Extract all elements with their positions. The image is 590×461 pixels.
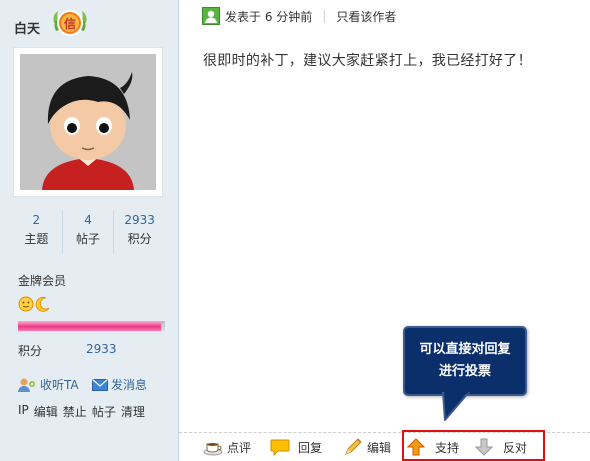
sun-icon xyxy=(18,296,34,312)
vote-highlight-box xyxy=(402,430,545,461)
stat-posts-label: 帖子 xyxy=(76,232,101,246)
envelope-icon xyxy=(92,378,108,391)
rate-button[interactable]: 点评 xyxy=(203,438,251,456)
moon-icon xyxy=(35,297,50,312)
honor-medal-icon[interactable]: 信 xyxy=(50,5,90,41)
tooltip-line-2: 进行投票 xyxy=(438,364,491,379)
mod-link-posts[interactable]: 帖子 xyxy=(92,403,116,420)
author-stats: 2 主题 4 帖子 2933 积分 xyxy=(11,211,165,253)
level-progress-bar xyxy=(18,321,165,331)
send-message-label: 发消息 xyxy=(111,378,148,392)
reply-button[interactable]: 回复 xyxy=(270,438,322,456)
mod-link-ip[interactable]: IP xyxy=(18,403,29,420)
points-value: 2933 xyxy=(86,342,117,356)
post-time: 发表于 6 分钟前 xyxy=(225,9,313,24)
edit-button[interactable]: 编辑 xyxy=(343,438,391,456)
follow-button[interactable]: 收听TA xyxy=(18,376,79,393)
stat-posts[interactable]: 4 帖子 xyxy=(63,211,115,253)
mod-link-edit[interactable]: 编辑 xyxy=(34,403,58,420)
stat-posts-value[interactable]: 4 xyxy=(63,211,114,229)
stat-threads-value[interactable]: 2 xyxy=(11,211,62,229)
speech-bubble-icon xyxy=(270,439,290,456)
avatar[interactable] xyxy=(13,47,163,197)
rank-title[interactable]: 金牌会员 xyxy=(18,272,66,289)
header-separator: | xyxy=(322,9,327,23)
post-content: 很即时的补丁，建议大家赶紧打上，我已经打好了！ xyxy=(203,53,532,69)
vote-hint-tooltip: 可以直接对回复 进行投票 xyxy=(403,326,527,396)
points-label: 积分 xyxy=(18,344,43,358)
moderation-links: IP 编辑 禁止 帖子 清理 xyxy=(18,403,145,420)
mod-link-clean[interactable]: 清理 xyxy=(121,403,145,420)
avatar-image xyxy=(20,54,156,190)
mod-link-ban[interactable]: 禁止 xyxy=(63,403,87,420)
send-message-button[interactable]: 发消息 xyxy=(92,376,147,393)
rate-label: 点评 xyxy=(227,440,252,455)
stat-points-label: 积分 xyxy=(127,232,152,246)
author-only-link[interactable]: 只看该作者 xyxy=(336,8,396,25)
reply-label: 回复 xyxy=(298,440,323,455)
stat-points-value[interactable]: 2933 xyxy=(114,211,165,229)
svg-text:信: 信 xyxy=(64,16,76,31)
tooltip-line-1: 可以直接对回复 xyxy=(419,342,511,357)
author-username[interactable]: 白天 xyxy=(14,18,40,37)
follow-label: 收听TA xyxy=(40,378,79,392)
rank-icons xyxy=(18,296,51,312)
author-sidebar: 白天 信 2 主题 4 帖子 2933 积分 金牌会员 积分 2933 收听TA… xyxy=(0,0,179,461)
stat-threads[interactable]: 2 主题 xyxy=(11,211,63,253)
coffee-cup-icon xyxy=(203,443,223,456)
follow-icon xyxy=(18,378,35,392)
stat-threads-label: 主题 xyxy=(24,232,49,246)
stat-points[interactable]: 2933 积分 xyxy=(114,211,165,253)
tooltip-tail xyxy=(442,392,470,421)
online-user-icon xyxy=(202,7,220,25)
pencil-icon xyxy=(345,438,362,455)
edit-label: 编辑 xyxy=(367,440,392,455)
post-header: 发表于 6 分钟前 | 只看该作者 xyxy=(202,7,396,25)
